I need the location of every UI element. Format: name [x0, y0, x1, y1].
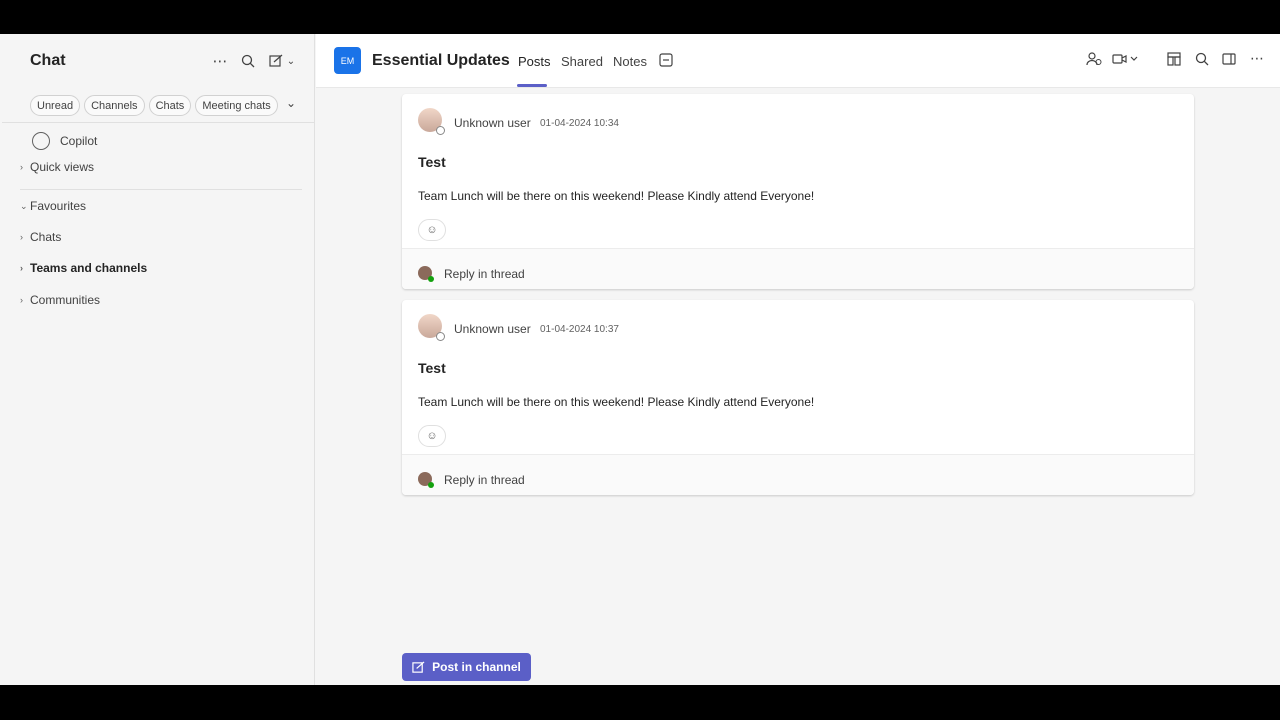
chevron-right-icon: ›: [20, 263, 23, 273]
nav-item-teams-and-channels[interactable]: › Teams and channels: [20, 261, 147, 275]
nav-label-quick-views: Quick views: [30, 160, 95, 174]
presence-unknown-icon: [436, 126, 445, 135]
left-pane-header: Chat ⋯ ⌄: [2, 34, 315, 88]
channel-post: Unknown user 01-04-2024 10:37 Test Team …: [402, 300, 1194, 495]
post-in-channel-label: Post in channel: [432, 660, 521, 674]
presence-unknown-icon: [436, 332, 445, 341]
filter-chip-meeting-chats[interactable]: Meeting chats: [195, 95, 278, 116]
add-reaction-icon[interactable]: ☺: [418, 219, 446, 241]
chat-pane-title: Chat: [30, 52, 66, 69]
left-divider: [2, 122, 315, 123]
filter-chip-chats[interactable]: Chats: [148, 95, 192, 116]
nav-label-chats: Chats: [30, 230, 62, 244]
presence-available-icon: [428, 482, 434, 488]
filter-chip-channels[interactable]: Channels: [84, 95, 145, 116]
nav-label-communities: Communities: [30, 293, 101, 307]
copilot-icon: [32, 132, 50, 150]
post-in-channel-button[interactable]: Post in channel: [402, 653, 531, 681]
new-chat-icon[interactable]: ⌄: [265, 50, 299, 72]
channel-info-icon[interactable]: [1222, 52, 1236, 69]
team-avatar[interactable]: EM: [334, 47, 361, 74]
chevron-down-icon: ⌄: [286, 55, 296, 67]
active-tab-indicator: [517, 84, 547, 87]
team-name[interactable]: Essential Updates: [372, 52, 510, 70]
post-author[interactable]: Unknown user: [454, 116, 531, 130]
filters-expand-chevron-icon[interactable]: ⌄: [286, 96, 296, 110]
reply-in-thread-link[interactable]: Reply in thread: [444, 473, 525, 487]
channel-post: Unknown user 01-04-2024 10:34 Test Team …: [402, 94, 1194, 289]
chat-left-pane: Chat ⋯ ⌄ Unread Channels Chats Meeting c…: [2, 34, 315, 685]
post-footer: Reply in thread: [402, 248, 1194, 289]
people-icon[interactable]: [1086, 52, 1102, 69]
add-reaction-icon[interactable]: ☺: [418, 425, 446, 447]
tab-posts[interactable]: Posts: [518, 54, 551, 69]
nav-item-favourites[interactable]: ⌄ Favourites: [20, 199, 86, 213]
chevron-right-icon: ›: [20, 162, 23, 172]
nav-item-copilot[interactable]: Copilot: [20, 132, 97, 150]
nav-label-teams-and-channels: Teams and channels: [30, 261, 148, 275]
post-timestamp: 01-04-2024 10:34: [540, 118, 619, 129]
nav-item-quick-views[interactable]: › Quick views: [20, 160, 94, 174]
nav-item-communities[interactable]: › Communities: [20, 293, 100, 307]
more-options-icon[interactable]: ⋯: [1250, 50, 1264, 67]
chat-filters: Unread Channels Chats Meeting chats: [30, 95, 278, 116]
channel-header: EM Essential Updates Posts Shared Notes: [316, 34, 1280, 88]
post-body: Team Lunch will be there on this weekend…: [418, 395, 815, 409]
nav-label-favourites: Favourites: [30, 199, 87, 213]
teams-app: Chat ⋯ ⌄ Unread Channels Chats Meeting c…: [0, 34, 1280, 685]
post-subject: Test: [418, 154, 446, 170]
post-author[interactable]: Unknown user: [454, 322, 531, 336]
nav-divider: [20, 189, 302, 190]
channel-main-pane: EM Essential Updates Posts Shared Notes: [316, 34, 1280, 685]
post-subject: Test: [418, 360, 446, 376]
compose-icon: [412, 660, 425, 673]
presence-available-icon: [428, 276, 434, 282]
nav-label-copilot: Copilot: [60, 134, 98, 148]
chevron-down-icon: ⌄: [20, 200, 28, 211]
more-options-icon[interactable]: ⋯: [209, 50, 231, 72]
filter-chip-unread[interactable]: Unread: [30, 95, 81, 116]
search-channel-icon[interactable]: [1195, 52, 1209, 69]
chevron-right-icon: ›: [20, 295, 23, 305]
add-tab-icon[interactable]: [659, 53, 673, 70]
nav-item-chats[interactable]: › Chats: [20, 230, 61, 244]
tab-notes[interactable]: Notes: [613, 54, 647, 69]
apps-icon[interactable]: [1167, 52, 1181, 69]
tab-shared[interactable]: Shared: [561, 54, 603, 69]
reply-in-thread-link[interactable]: Reply in thread: [444, 267, 525, 281]
post-timestamp: 01-04-2024 10:37: [540, 324, 619, 335]
search-icon[interactable]: [237, 50, 259, 72]
meet-video-icon[interactable]: [1112, 52, 1138, 69]
post-footer: Reply in thread: [402, 454, 1194, 495]
chevron-right-icon: ›: [20, 232, 23, 242]
post-body: Team Lunch will be there on this weekend…: [418, 189, 815, 203]
